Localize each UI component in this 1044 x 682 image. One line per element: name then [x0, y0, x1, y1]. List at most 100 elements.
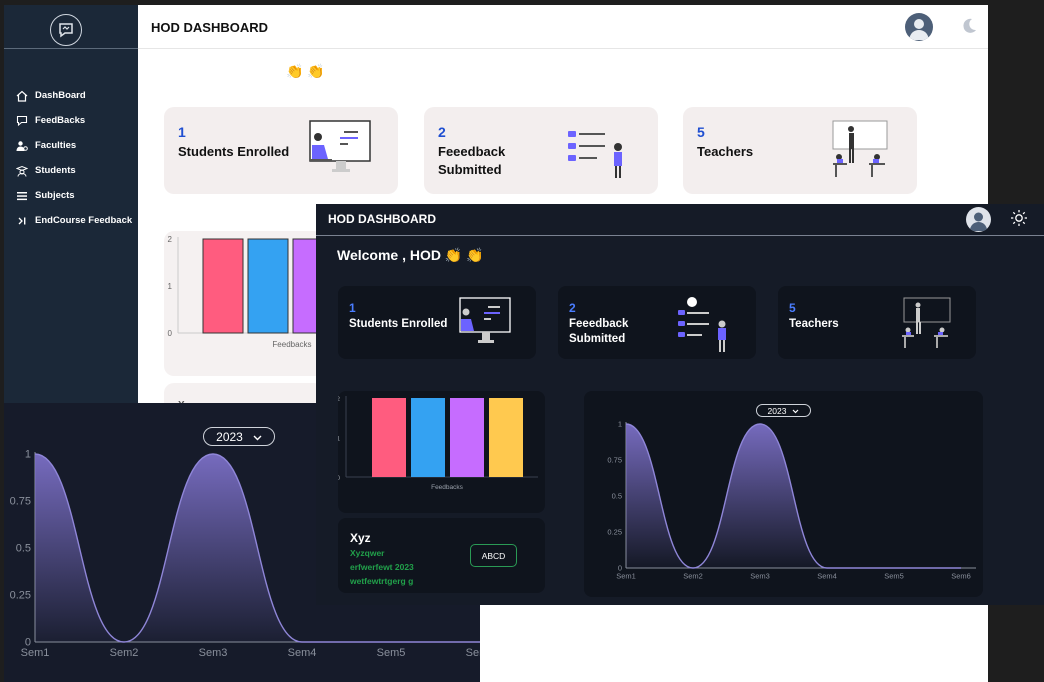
info-line: erfwerfewt 2023 — [350, 562, 414, 572]
y-tick-label: 1 — [25, 449, 31, 461]
bar — [450, 398, 484, 477]
card-label: Students Enrolled — [178, 144, 290, 159]
chevron-bar-icon — [15, 215, 29, 227]
sidebar-item-subjects[interactable]: Subjects — [15, 183, 132, 208]
sidebar-item-faculties[interactable]: Faculties — [15, 133, 132, 158]
x-tick-label: Sem4 — [817, 572, 837, 581]
card-feedback-submitted[interactable]: 2 Feeedback Submitted — [424, 107, 658, 194]
card-value: 5 — [789, 301, 796, 315]
y-tick-label: 0.5 — [16, 543, 31, 555]
y-tick-label: 1 — [338, 436, 340, 443]
welcome-text: 👏 👏 — [286, 63, 325, 79]
card-label: Feeedback Submitted — [569, 318, 629, 345]
x-tick-label: Sem6 — [466, 647, 480, 659]
y-tick-label: 0.75 — [607, 456, 622, 465]
y-tick-label: 0.5 — [612, 492, 622, 501]
x-tick-label: Sem5 — [377, 647, 406, 659]
faculty-icon — [15, 140, 29, 152]
light-bar-chart: 0 1 2 Feedbacks — [168, 235, 379, 349]
page-title: HOD DASHBOARD — [151, 20, 268, 35]
avatar[interactable] — [966, 207, 991, 232]
sun-icon[interactable] — [1010, 209, 1028, 232]
bar — [202, 238, 244, 334]
app-logo-icon[interactable] — [50, 14, 82, 46]
x-tick-label: Sem6 — [951, 572, 971, 581]
info-title: Xyz — [350, 531, 371, 545]
y-tick-label: 0 — [168, 329, 173, 338]
page-title: HOD DASHBOARD — [328, 212, 436, 226]
area-chart: 00.250.50.751Sem1 Sem2 Sem3 Sem4 Sem5 Sem6 — [607, 420, 976, 581]
x-tick-label: Sem3 — [750, 572, 770, 581]
card-value: 2 — [438, 124, 446, 140]
student-icon — [15, 165, 29, 177]
light-bar-chart-card: 0 1 2 Feedbacks — [164, 231, 379, 376]
header: HOD DASHBOARD — [138, 5, 988, 49]
year-select-value: 2023 — [767, 405, 787, 416]
sidebar-item-dashboard[interactable]: DashBoard — [15, 83, 132, 108]
sidebar-item-students[interactable]: Students — [15, 158, 132, 183]
x-tick-label: Sem1 — [21, 647, 50, 659]
card-label: Teachers — [789, 318, 839, 330]
x-tick-label: Sem4 — [288, 647, 317, 659]
year-select[interactable]: 2023 — [203, 427, 275, 446]
welcome-text: Welcome , HOD 👏 👏 — [337, 247, 484, 263]
sidebar: DashBoard FeedBacks Faculties Students S… — [4, 5, 138, 405]
sidebar-item-label: DashBoard — [35, 90, 86, 101]
card-teachers[interactable]: 5 Teachers — [778, 286, 976, 359]
year-select[interactable]: 2023 — [756, 404, 811, 417]
card-students-enrolled[interactable]: 1 Students Enrolled — [338, 286, 536, 359]
year-select-value: 2023 — [216, 429, 243, 444]
card-value: 5 — [697, 124, 705, 140]
dark-dashboard: HOD DASHBOARD Welcome , HOD 👏 👏 1 Studen… — [316, 204, 1044, 605]
y-tick-label: 0.25 — [607, 528, 622, 537]
sidebar-item-label: EndCourse Feedback — [35, 215, 133, 226]
sidebar-item-label: Subjects — [35, 190, 75, 201]
user-icon — [909, 19, 929, 40]
card-label: Teachers — [697, 144, 754, 159]
chevron-down-icon — [792, 406, 799, 416]
y-tick-label: 2 — [168, 235, 173, 244]
screenshot-collage: DashBoard FeedBacks Faculties Students S… — [0, 0, 1044, 682]
y-tick-label: 1 — [168, 282, 173, 291]
y-tick-label: 0.75 — [10, 496, 31, 508]
abcd-button[interactable]: ABCD — [470, 544, 517, 567]
sidebar-nav: DashBoard FeedBacks Faculties Students S… — [15, 83, 132, 233]
sidebar-divider — [4, 48, 138, 49]
classroom-illustration-icon — [900, 296, 952, 355]
x-axis-label: Feedbacks — [272, 340, 311, 349]
card-value: 1 — [349, 301, 356, 315]
avatar[interactable] — [905, 13, 933, 41]
list-icon — [15, 190, 29, 202]
x-tick-label: Sem5 — [884, 572, 904, 581]
card-students-enrolled[interactable]: 1 Students Enrolled — [164, 107, 398, 194]
sidebar-item-feedbacks[interactable]: FeedBacks — [15, 108, 132, 133]
header: HOD DASHBOARD — [316, 204, 1044, 236]
y-tick-label: 0 — [338, 475, 340, 482]
sidebar-item-label: FeedBacks — [35, 115, 86, 126]
feedback-icon — [15, 115, 29, 127]
bar — [372, 398, 406, 477]
x-tick-label: Sem2 — [683, 572, 703, 581]
y-tick-label: 1 — [618, 420, 622, 429]
card-label: Students Enrolled — [349, 318, 448, 330]
x-tick-label: Sem3 — [199, 647, 228, 659]
info-line: wetfewtrtgerg g — [350, 576, 414, 586]
card-label: Feeedback Submitted — [438, 144, 506, 177]
x-tick-label: Sem2 — [110, 647, 139, 659]
classroom-illustration-icon — [829, 119, 891, 186]
x-tick-label: Sem1 — [616, 572, 636, 581]
student-illustration-icon — [456, 296, 512, 353]
bar — [489, 398, 523, 477]
sidebar-item-endcourse-feedback[interactable]: EndCourse Feedback — [15, 208, 132, 233]
card-feedback-submitted[interactable]: 2 Feeedback Submitted — [558, 286, 756, 359]
info-line: Xyzqwer — [350, 548, 385, 558]
card-teachers[interactable]: 5 Teachers — [683, 107, 917, 194]
card-value: 2 — [569, 301, 576, 315]
student-illustration-icon — [306, 119, 372, 184]
sidebar-item-label: Students — [35, 165, 76, 176]
bar-chart-card: 0 1 2 Feedbacks — [336, 391, 545, 513]
chevron-down-icon — [253, 430, 262, 444]
moon-icon[interactable] — [960, 17, 978, 40]
sidebar-item-label: Faculties — [35, 140, 77, 151]
bar-chart: 0 1 2 Feedbacks — [336, 396, 538, 491]
